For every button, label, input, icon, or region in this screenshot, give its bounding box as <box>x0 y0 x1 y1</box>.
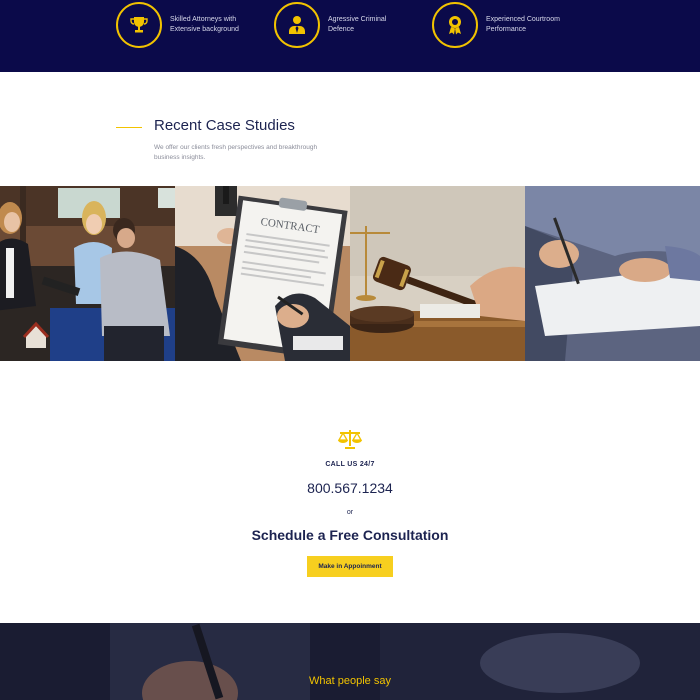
testimonials-background <box>0 623 700 700</box>
feature-text: Skilled Attorneys with Extensive backgro… <box>170 16 239 33</box>
features-band: Skilled Attorneys with Extensive backgro… <box>0 0 700 72</box>
gavel-photo[interactable] <box>350 186 525 361</box>
feature-courtroom-performance: Experienced Courtroom Performance <box>432 2 566 48</box>
make-appointment-button[interactable]: Make in Appoinment <box>307 556 393 577</box>
contract-signing-photo[interactable]: CONTRACT <box>175 186 350 361</box>
feature-skilled-attorneys: Skilled Attorneys with Extensive backgro… <box>116 2 250 48</box>
feature-text: Agressive Criminal Defence <box>328 16 387 33</box>
phone-number[interactable]: 800.567.1234 <box>0 480 700 496</box>
scales-icon <box>337 428 363 450</box>
consultation-title: Schedule a Free Consultation <box>251 527 449 543</box>
attorney-icon <box>274 2 320 48</box>
case-studies-subtitle: We offer our clients fresh perspectives … <box>154 144 318 161</box>
testimonials-title: What people say <box>309 675 391 687</box>
or-label: or <box>346 509 354 516</box>
document-signing-photo[interactable] <box>525 186 700 361</box>
feature-criminal-defence: Agressive Criminal Defence <box>274 2 408 48</box>
case-studies-title: Recent Case Studies <box>154 117 295 134</box>
section-accent-line <box>116 127 142 128</box>
feature-text: Experienced Courtroom Performance <box>486 16 560 33</box>
testimonials-band: What people say <box>0 623 700 700</box>
case-studies-gallery: CONTRACT <box>0 186 700 361</box>
award-icon <box>432 2 478 48</box>
call-us-label: CALL US 24/7 <box>325 461 375 468</box>
clients-meeting-photo[interactable] <box>0 186 175 361</box>
trophy-icon <box>116 2 162 48</box>
